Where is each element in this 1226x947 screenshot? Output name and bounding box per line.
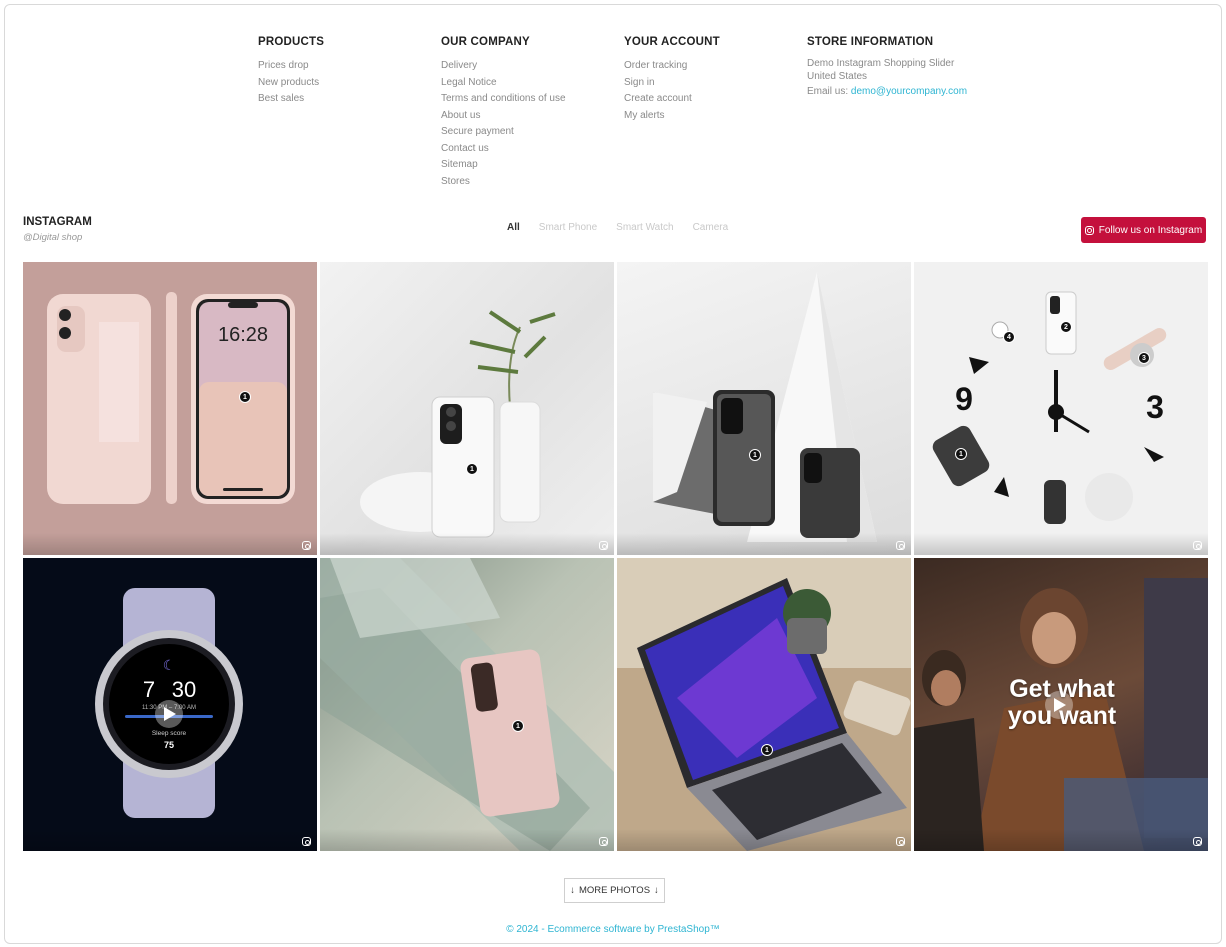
company-column: OUR COMPANY Delivery Legal Notice Terms …	[441, 36, 624, 190]
arrow-down-icon: ↓	[570, 885, 575, 896]
filter-tab-smart-phone[interactable]: Smart Phone	[539, 222, 597, 233]
photo-tile-white-phone[interactable]: 1	[320, 262, 614, 555]
instagram-icon	[599, 837, 608, 846]
product-hotspot[interactable]: 1	[239, 391, 251, 403]
instagram-icon	[1193, 837, 1202, 846]
watch-minutes: 30	[172, 677, 196, 702]
phone-clock-text: 16:28	[218, 324, 268, 346]
link-prices-drop[interactable]: Prices drop	[258, 58, 441, 75]
laptop-illustration	[617, 558, 911, 851]
flatlay-illustration: 9 3	[932, 291, 1167, 524]
company-heading: OUR COMPANY	[441, 36, 530, 48]
store-email-line: Email us: demo@yourcompany.com	[807, 84, 1027, 101]
product-hotspot[interactable]: 2	[1060, 321, 1072, 333]
video-overlay-text: Get what you want	[1007, 675, 1117, 730]
link-terms[interactable]: Terms and conditions of use	[441, 91, 624, 108]
link-stores[interactable]: Stores	[441, 174, 624, 191]
copyright-text[interactable]: © 2024 - Ecommerce software by PrestaSho…	[0, 924, 1226, 935]
products-column: PRODUCTS Prices drop New products Best s…	[258, 36, 441, 190]
account-column: YOUR ACCOUNT Order tracking Sign in Crea…	[624, 36, 807, 190]
instagram-grid: 16:28 1 1 1 9 3 2 4 3 1 ☾ 7 30 11:30 AM …	[23, 262, 1208, 851]
store-name: Demo Instagram Shopping Slider	[807, 58, 955, 69]
products-heading: PRODUCTS	[258, 36, 325, 48]
product-hotspot[interactable]: 1	[512, 720, 524, 732]
tile-shade	[320, 533, 614, 555]
follow-label: Follow us on Instagram	[1098, 224, 1203, 236]
product-hotspot[interactable]: 1	[466, 463, 478, 475]
instagram-icon	[896, 837, 905, 846]
more-photos-label: MORE PHOTOS	[578, 885, 651, 896]
pink-phone-illustration: 16:28	[47, 292, 295, 504]
phone-geometric-illustration	[653, 272, 877, 542]
product-hotspot[interactable]: 3	[1138, 352, 1150, 364]
footer-columns: PRODUCTS Prices drop New products Best s…	[258, 36, 1027, 190]
glass-bricks-illustration	[320, 558, 614, 851]
tile-shade	[320, 829, 614, 851]
link-create-account[interactable]: Create account	[624, 91, 807, 108]
filter-tab-camera[interactable]: Camera	[693, 222, 729, 233]
sleep-score-label: Sleep score	[152, 730, 187, 737]
photo-tile-smartwatch[interactable]: ☾ 7 30 11:30 PM – 7:00 AM Sleep score 75	[23, 558, 317, 851]
photo-tile-laptop[interactable]: 1	[617, 558, 911, 851]
account-heading: YOUR ACCOUNT	[624, 36, 720, 48]
instagram-icon	[1084, 225, 1094, 235]
link-contact-us[interactable]: Contact us	[441, 141, 624, 158]
white-phone-illustration	[360, 310, 556, 538]
more-photos-button[interactable]: ↓ MORE PHOTOS ↓	[564, 878, 665, 903]
filter-tab-smart-watch[interactable]: Smart Watch	[616, 222, 673, 233]
clock-numeral-three: 3	[1146, 389, 1164, 425]
link-sign-in[interactable]: Sign in	[624, 75, 807, 92]
tile-shade	[914, 533, 1208, 555]
product-hotspot[interactable]: 1	[955, 448, 967, 460]
link-delivery[interactable]: Delivery	[441, 58, 624, 75]
link-sitemap[interactable]: Sitemap	[441, 157, 624, 174]
link-order-tracking[interactable]: Order tracking	[624, 58, 807, 75]
store-info-column: STORE INFORMATION Demo Instagram Shoppin…	[807, 36, 1027, 190]
clock-numeral-nine: 9	[955, 381, 973, 417]
photo-tile-phone-geometric[interactable]: 1	[617, 262, 911, 555]
smartwatch-illustration: ☾ 7 30 11:30 PM – 7:00 AM Sleep score 75	[95, 588, 243, 818]
link-about-us[interactable]: About us	[441, 108, 624, 125]
instagram-icon	[302, 541, 311, 550]
watch-hours: 7	[143, 677, 155, 702]
photo-tile-flatlay[interactable]: 9 3 2 4 3 1	[914, 262, 1208, 555]
instagram-icon	[302, 837, 311, 846]
sleep-score-value: 75	[164, 740, 174, 750]
instagram-icon	[599, 541, 608, 550]
store-country: United States	[807, 70, 868, 82]
product-hotspot[interactable]: 4	[1003, 331, 1015, 343]
svg-text:☾: ☾	[163, 657, 176, 673]
instagram-icon	[896, 541, 905, 550]
instagram-title: INSTAGRAM	[23, 216, 92, 228]
link-new-products[interactable]: New products	[258, 75, 441, 92]
tile-shade	[914, 829, 1208, 851]
instagram-handle: @Digital shop	[23, 232, 83, 243]
store-heading: STORE INFORMATION	[807, 36, 934, 48]
filter-tab-all[interactable]: All	[507, 222, 520, 233]
link-my-alerts[interactable]: My alerts	[624, 108, 807, 125]
product-hotspot[interactable]: 1	[761, 744, 773, 756]
product-hotspot[interactable]: 1	[749, 449, 761, 461]
store-email-link[interactable]: demo@yourcompany.com	[851, 86, 967, 97]
email-label: Email us:	[807, 85, 851, 97]
link-legal-notice[interactable]: Legal Notice	[441, 75, 624, 92]
instagram-icon	[1193, 541, 1202, 550]
tile-shade	[23, 829, 317, 851]
link-best-sales[interactable]: Best sales	[258, 91, 441, 108]
tile-shade	[617, 829, 911, 851]
photo-tile-video[interactable]: Get what you want	[914, 558, 1208, 851]
tile-shade	[617, 533, 911, 555]
link-secure-payment[interactable]: Secure payment	[441, 124, 624, 141]
photo-tile-glass-bricks[interactable]: 1	[320, 558, 614, 851]
filter-tabs: All Smart Phone Smart Watch Camera	[507, 222, 728, 233]
instagram-header: INSTAGRAM @Digital shop	[23, 216, 92, 243]
arrow-down-icon: ↓	[654, 885, 659, 896]
follow-instagram-button[interactable]: Follow us on Instagram	[1081, 217, 1206, 243]
photo-tile-pink-phone[interactable]: 16:28 1	[23, 262, 317, 555]
tile-shade	[23, 533, 317, 555]
